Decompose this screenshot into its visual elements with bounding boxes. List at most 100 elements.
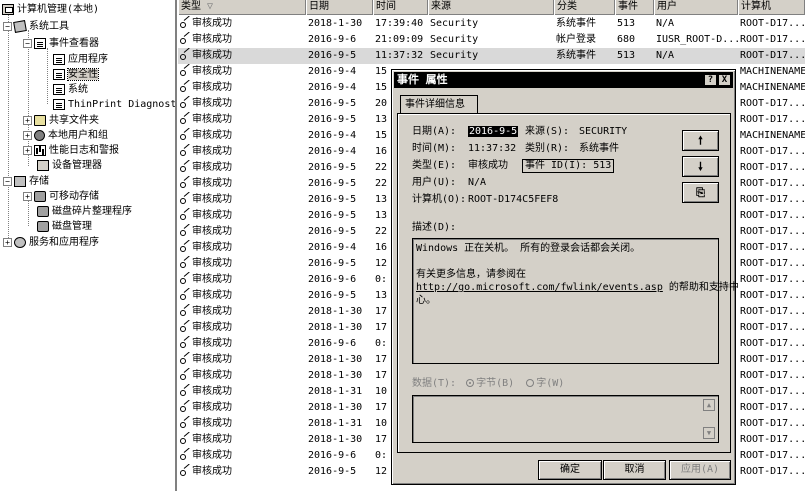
cell-computer: ROOT-D17... bbox=[738, 32, 805, 48]
cell-computer: MACHINENAME bbox=[738, 128, 805, 144]
cell-text: 16 bbox=[375, 242, 388, 253]
category-value: 系统事件 bbox=[579, 143, 619, 154]
tree-node-removable-storage[interactable]: + 可移动存储 bbox=[23, 190, 99, 203]
collapse-toggle[interactable]: − bbox=[3, 21, 12, 31]
expand-toggle[interactable]: + bbox=[23, 145, 32, 155]
words-label: 字(W) bbox=[536, 378, 565, 389]
cell-computer: ROOT-D17... bbox=[738, 144, 805, 160]
tree-node-device-manager[interactable]: 设备管理器 bbox=[37, 159, 102, 172]
cell-source: Security bbox=[428, 32, 554, 48]
tree-node-system-tools[interactable]: − 系统工具 bbox=[3, 19, 69, 33]
expand-toggle[interactable]: + bbox=[23, 115, 32, 125]
cell-text: 审核成功 bbox=[192, 466, 232, 477]
apply-button[interactable]: 应用(A) bbox=[669, 460, 731, 480]
table-row[interactable]: 审核成功 2016-9-6 21:09:09 Security 帐户登录 680 IUSR_… bbox=[178, 32, 805, 48]
scroll-down-icon[interactable]: ▼ bbox=[703, 427, 715, 439]
expand-toggle[interactable]: + bbox=[23, 191, 32, 201]
column-header-date[interactable]: 日期 bbox=[306, 0, 373, 15]
cell-text: ROOT-D17... bbox=[740, 194, 805, 205]
column-header-source[interactable]: 来源 bbox=[428, 0, 554, 15]
cancel-button[interactable]: 取消 bbox=[603, 460, 666, 480]
audit-key-icon bbox=[180, 146, 191, 156]
column-header-computer[interactable]: 计算机 bbox=[738, 0, 805, 15]
tree-node-local-users[interactable]: + 本地用户和组 bbox=[23, 129, 108, 142]
scroll-up-icon[interactable]: ▲ bbox=[703, 399, 715, 411]
cell-user: IUSR_ROOT-D... bbox=[654, 32, 738, 48]
column-header-type[interactable]: 类型 ▽ bbox=[178, 0, 306, 15]
cell-type: 审核成功 bbox=[178, 256, 306, 272]
cell-computer: ROOT-D17... bbox=[738, 320, 805, 336]
cell-computer: ROOT-D17... bbox=[738, 304, 805, 320]
tree-node-system-log[interactable]: 系统 bbox=[53, 83, 88, 96]
audit-key-icon bbox=[180, 226, 191, 236]
cell-text: 15 bbox=[375, 82, 388, 93]
tree-node-shared-folders[interactable]: + 共享文件夹 bbox=[23, 114, 99, 127]
column-header-event[interactable]: 事件 bbox=[615, 0, 654, 15]
tree-node-event-viewer[interactable]: − 事件查看器 bbox=[23, 37, 99, 50]
cell-date: 2016-9-4 bbox=[306, 64, 373, 80]
cell-type: 审核成功 bbox=[178, 416, 306, 432]
cell-event: 680 bbox=[615, 32, 654, 48]
tree-node-thinprint-log[interactable]: ThinPrint Diagnosti bbox=[53, 98, 175, 111]
cell-computer: ROOT-D17... bbox=[738, 160, 805, 176]
cell-text: 10 bbox=[375, 418, 388, 429]
log-icon bbox=[53, 98, 65, 110]
cell-text: 513 bbox=[617, 18, 636, 29]
cell-text: ROOT-D17... bbox=[740, 146, 805, 157]
cell-text: 审核成功 bbox=[192, 290, 232, 301]
cell-text: 审核成功 bbox=[192, 226, 232, 237]
close-button[interactable]: X bbox=[718, 74, 731, 86]
tree-node-label: 系统 bbox=[68, 84, 88, 95]
tree-node-disk-management[interactable]: 磁盘管理 bbox=[37, 220, 92, 233]
description-line: Windows 正在关机。 所有的登录会话都会关闭。 bbox=[416, 243, 641, 254]
collapse-toggle[interactable]: − bbox=[23, 38, 32, 48]
data-textbox[interactable]: ▲ ▼ bbox=[412, 395, 719, 443]
sort-arrow-icon: ▽ bbox=[207, 1, 214, 12]
tree-node-computer-management[interactable]: 计算机管理(本地) bbox=[2, 3, 99, 16]
cell-text: ROOT-D17... bbox=[740, 306, 805, 317]
cell-computer: ROOT-D17... bbox=[738, 336, 805, 352]
cell-date: 2016-9-5 bbox=[306, 224, 373, 240]
column-header-category[interactable]: 分类 bbox=[554, 0, 615, 15]
help-link[interactable]: http://go.microsoft.com/fwlink/events.as… bbox=[416, 282, 663, 293]
cell-text: 17 bbox=[375, 322, 388, 333]
previous-event-button[interactable]: 🠕 bbox=[682, 130, 719, 151]
table-row[interactable]: 审核成功 2016-9-5 11:37:32 Security 系统事件 513 N/A RO… bbox=[178, 48, 805, 64]
tree-node-defragmenter[interactable]: 磁盘碎片整理程序 bbox=[37, 205, 132, 218]
next-event-button[interactable]: 🠗 bbox=[682, 156, 719, 177]
words-radio[interactable] bbox=[526, 379, 535, 387]
tab-event-details[interactable]: 事件详细信息 bbox=[400, 95, 478, 114]
cell-date: 2018-1-30 bbox=[306, 16, 373, 32]
cell-date: 2016-9-6 bbox=[306, 448, 373, 464]
tools-icon bbox=[13, 19, 27, 33]
cell-text: ROOT-D17... bbox=[740, 258, 805, 269]
cell-text: ROOT-D17... bbox=[740, 370, 805, 381]
ok-button[interactable]: 确定 bbox=[538, 460, 602, 480]
log-icon bbox=[53, 83, 65, 95]
cell-date: 2016-9-6 bbox=[306, 336, 373, 352]
cell-type: 审核成功 bbox=[178, 384, 306, 400]
tree-node-security-log[interactable]: 安全性 bbox=[53, 68, 99, 81]
cell-text: 审核成功 bbox=[192, 338, 232, 349]
removable-storage-icon bbox=[34, 190, 46, 202]
expand-toggle[interactable]: + bbox=[23, 130, 32, 140]
tree-node-services-applications[interactable]: + 服务和应用程序 bbox=[3, 236, 99, 249]
help-button[interactable]: ? bbox=[704, 74, 717, 86]
dialog-title-bar[interactable]: 事件 属性 ? X bbox=[394, 72, 733, 88]
column-header-user[interactable]: 用户 bbox=[654, 0, 738, 15]
tree-node-storage[interactable]: − 存储 bbox=[3, 175, 49, 188]
cell-text: 系统事件 bbox=[556, 18, 596, 29]
cell-type: 审核成功 bbox=[178, 368, 306, 384]
cell-date: 2016-9-5 bbox=[306, 112, 373, 128]
tree-node-performance-logs[interactable]: + 性能日志和警报 bbox=[23, 144, 119, 157]
expand-toggle[interactable]: + bbox=[3, 237, 12, 247]
copy-button[interactable]: ⎘ bbox=[682, 182, 719, 203]
bytes-radio[interactable] bbox=[466, 379, 475, 387]
collapse-toggle[interactable]: − bbox=[3, 176, 12, 186]
column-header-time[interactable]: 时间 bbox=[373, 0, 428, 15]
description-textbox[interactable]: Windows 正在关机。 所有的登录会话都会关闭。 有关更多信息，请参阅在 h… bbox=[412, 238, 739, 364]
table-row[interactable]: 审核成功 2018-1-30 17:39:40 Security 系统事件 513 N/A R… bbox=[178, 16, 805, 32]
cell-text: 513 bbox=[617, 50, 636, 61]
users-icon bbox=[34, 129, 45, 141]
tree-node-application-log[interactable]: 应用程序 bbox=[53, 53, 108, 66]
